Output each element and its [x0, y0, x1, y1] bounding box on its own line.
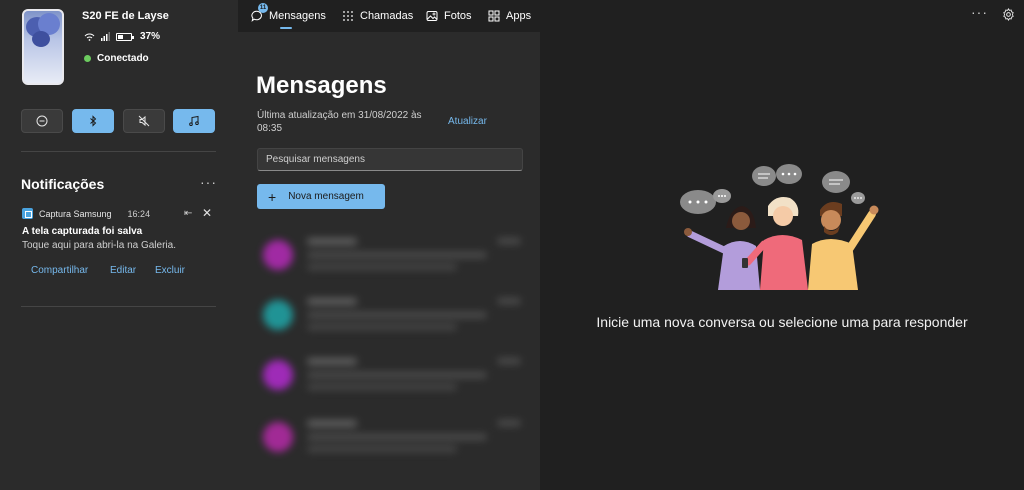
gear-icon[interactable]: [1002, 8, 1015, 21]
pin-icon[interactable]: ⇤: [184, 208, 192, 219]
do-not-disturb-icon: [36, 115, 48, 127]
conversation-item[interactable]: [257, 352, 527, 402]
conversation-pane: Inicie uma nova conversa ou selecione um…: [540, 32, 1024, 490]
notification-app-name: Captura Samsung: [39, 208, 112, 219]
search-input[interactable]: [257, 148, 523, 171]
tab-calls-label: Chamadas: [360, 10, 414, 22]
conversation-item[interactable]: [257, 292, 527, 342]
tab-apps[interactable]: Apps: [488, 8, 531, 24]
phone-wallpaper-thumbnail: [22, 9, 64, 85]
plus-icon: +: [268, 188, 277, 205]
page-title: Mensagens: [256, 72, 387, 99]
device-name: S20 FE de Layse: [82, 10, 169, 22]
last-update-text: Última atualização em 31/08/2022 às 08:3…: [257, 110, 422, 134]
device-panel: S20 FE de Layse 37% Conectado Notificaçõ…: [0, 0, 238, 490]
speaker-mute-icon: [138, 115, 150, 127]
music-note-icon: [189, 115, 199, 126]
notification-title[interactable]: A tela capturada foi salva: [22, 226, 142, 237]
conversation-item[interactable]: [257, 414, 527, 464]
new-message-button[interactable]: + Nova mensagem: [257, 184, 385, 209]
device-signal-row: 37%: [84, 31, 160, 42]
bluetooth-button[interactable]: [72, 109, 114, 133]
refresh-link[interactable]: Atualizar: [448, 116, 487, 127]
share-link[interactable]: Compartilhar: [31, 265, 88, 276]
new-message-label: Nova mensagem: [288, 191, 364, 202]
bluetooth-icon: [90, 115, 97, 127]
delete-link[interactable]: Excluir: [155, 265, 185, 276]
apps-icon: [488, 10, 500, 22]
close-icon[interactable]: ✕: [202, 206, 212, 220]
media-button[interactable]: [173, 109, 215, 133]
connection-status-label: Conectado: [97, 53, 149, 64]
wifi-icon: [84, 33, 95, 41]
tab-calls[interactable]: Chamadas: [342, 8, 413, 24]
people-chatting-illustration: [680, 164, 879, 290]
tab-apps-label: Apps: [506, 10, 532, 22]
notifications-more-button[interactable]: ···: [200, 174, 217, 190]
notification-time: 16:24: [127, 208, 151, 219]
divider: [21, 151, 216, 152]
active-tab-indicator: [280, 27, 292, 29]
battery-level: 37%: [140, 31, 161, 42]
more-options-button[interactable]: ···: [971, 4, 988, 20]
battery-icon: [116, 32, 134, 41]
cell-signal-icon: [101, 32, 110, 41]
tab-photos-label: Fotos: [444, 10, 472, 22]
mute-button[interactable]: [123, 109, 165, 133]
screenshot-app-icon: [22, 208, 33, 219]
tab-photos[interactable]: Fotos: [426, 8, 472, 24]
tab-messages-label: Mensagens: [269, 10, 326, 22]
connected-dot-icon: [84, 55, 91, 62]
unread-badge: 11: [258, 3, 268, 13]
messages-panel: Mensagens Última atualização em 31/08/20…: [238, 32, 540, 490]
connection-status: Conectado: [84, 53, 149, 64]
notification-body[interactable]: Toque aqui para abri-la na Galeria.: [22, 240, 176, 251]
divider: [21, 306, 216, 307]
conversation-item[interactable]: [257, 232, 527, 282]
photos-icon: [426, 11, 438, 21]
edit-link[interactable]: Editar: [110, 265, 136, 276]
dialpad-icon: [343, 11, 353, 21]
notifications-title: Notificações: [21, 176, 105, 192]
do-not-disturb-button[interactable]: [21, 109, 63, 133]
empty-state-text: Inicie uma nova conversa ou selecione um…: [596, 314, 968, 330]
notification-app: Captura Samsung 16:24: [22, 208, 150, 219]
